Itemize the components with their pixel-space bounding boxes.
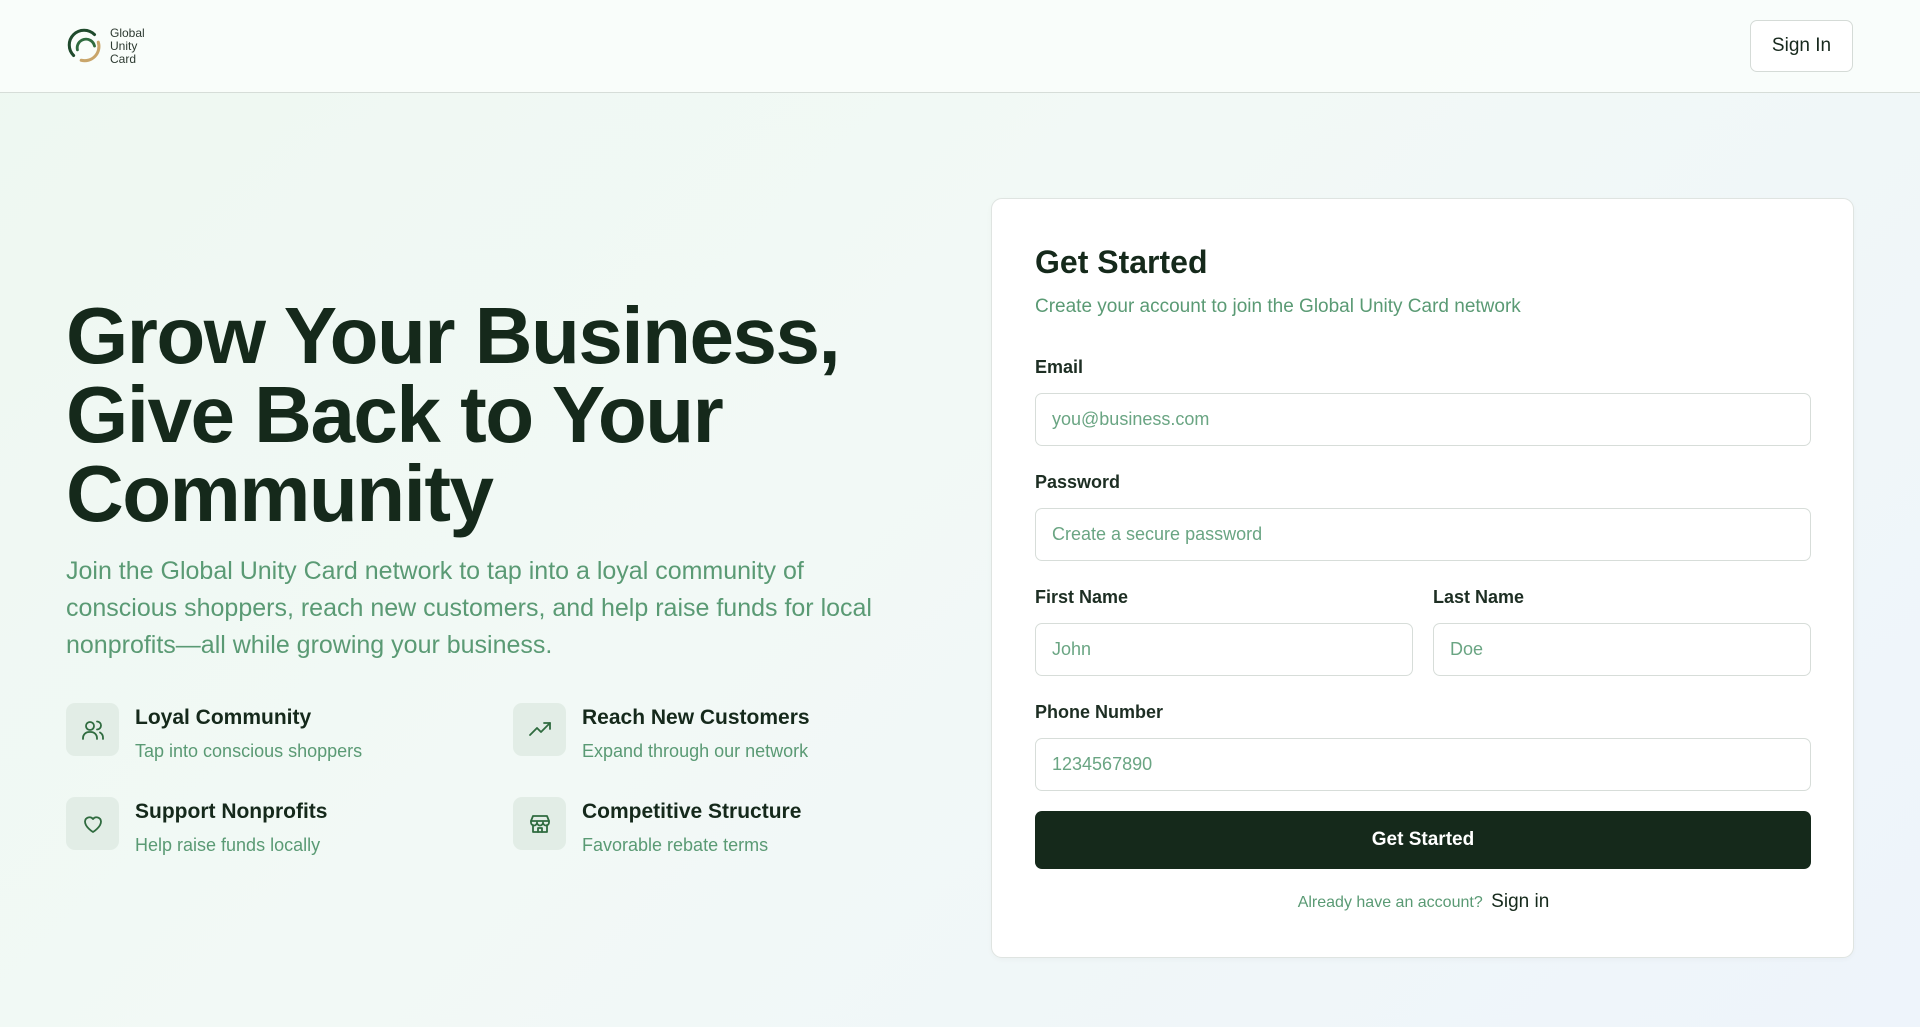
top-nav: Global Unity Card Sign In [0,0,1920,93]
logo-text: Global Unity Card [110,25,145,66]
card-subtitle: Create your account to join the Global U… [1035,296,1521,317]
signin-prompt: Already have an account? Sign in [992,891,1855,913]
signin-prompt-text: Already have an account? [1297,894,1483,911]
feature-icon-box [66,797,119,850]
phone-label: Phone Number [1035,702,1164,722]
sign-in-button[interactable]: Sign In [1750,20,1853,72]
feature-desc: Tap into conscious shoppers [135,741,363,761]
last-name-field[interactable] [1433,623,1811,676]
hero-title-line: Grow Your Business, [66,291,841,380]
feature-loyal-community: Loyal Community Tap into conscious shopp… [66,703,362,762]
first-name-field[interactable] [1035,623,1413,676]
hero-subtitle: Join the Global Unity Card network to ta… [66,557,872,659]
trending-up-icon [528,721,551,736]
last-name-label: Last Name [1433,587,1525,607]
logo-line: Global [110,25,145,40]
feature-title: Support Nonprofits [135,800,328,823]
logo-mark-icon [67,28,101,63]
sign-in-link[interactable]: Sign in [1491,891,1549,912]
card-title: Get Started [1035,244,1208,280]
first-name-label: First Name [1035,587,1129,607]
feature-icon-box [66,703,119,756]
feature-reach-new-customers: Reach New Customers Expand through our n… [513,703,810,762]
feature-grid: Loyal Community Tap into conscious shopp… [66,703,926,863]
password-label: Password [1035,472,1121,492]
phone-field[interactable] [1035,738,1811,791]
feature-support-nonprofits: Support Nonprofits Help raise funds loca… [66,797,327,856]
logo[interactable]: Global Unity Card [66,24,145,68]
email-label: Email [1035,357,1084,377]
feature-title: Competitive Structure [582,800,802,823]
hero-title-line: Give Back to Your [66,370,724,459]
feature-desc: Expand through our network [582,741,809,761]
feature-desc: Help raise funds locally [135,835,321,855]
hero-title-line: Community [66,449,494,538]
feature-icon-box [513,797,566,850]
logo-line: Unity [110,38,138,53]
hero-title: Grow Your Business, Give Back to Your Co… [66,291,926,538]
password-field[interactable] [1035,508,1811,561]
feature-desc: Favorable rebate terms [582,835,769,855]
email-field[interactable] [1035,393,1811,446]
feature-title: Loyal Community [135,706,312,729]
heart-icon [83,815,102,833]
get-started-button[interactable]: Get Started [1035,811,1811,869]
users-icon [81,720,104,740]
logo-line: Card [110,51,137,66]
feature-title: Reach New Customers [582,706,810,729]
feature-icon-box [513,703,566,756]
signup-card: Get Started Create your account to join … [991,198,1854,958]
store-icon [529,814,550,833]
feature-competitive-structure: Competitive Structure Favorable rebate t… [513,797,801,856]
